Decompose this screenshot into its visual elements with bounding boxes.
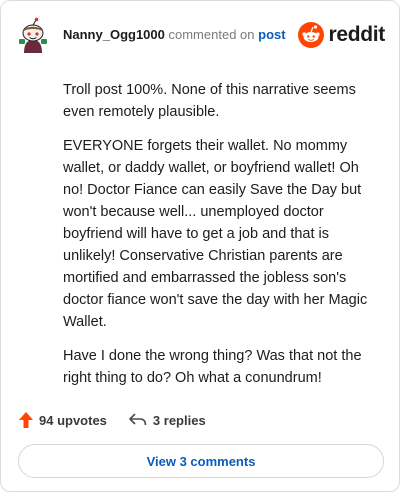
replies-button[interactable]: 3 replies — [129, 413, 206, 428]
snoo-avatar-icon — [19, 17, 47, 53]
upvote-button[interactable]: 94 upvotes — [19, 412, 107, 428]
avatar[interactable] — [15, 17, 51, 53]
meta-verb: commented on — [168, 27, 255, 42]
post-link[interactable]: post — [258, 27, 285, 42]
comment-header: Nanny_Ogg1000 commented on post reddit — [15, 15, 385, 55]
brand-wordmark: reddit — [328, 23, 385, 46]
reply-arrow-icon — [129, 413, 147, 426]
replies-count: 3 replies — [152, 412, 206, 428]
comment-body: Troll post 100%. None of this narrative … — [63, 79, 379, 401]
comment-paragraph: Have I done the wrong thing? Was that no… — [63, 348, 362, 386]
upvote-count: 94 upvotes — [39, 412, 107, 428]
comment-meta: Nanny_Ogg1000 commented on post — [63, 27, 286, 42]
comment-paragraph: Troll post 100%. None of this narrative … — [63, 82, 356, 120]
reddit-logo-icon — [298, 22, 325, 48]
comment-paragraph: EVERYONE forgets their wallet. No mommy … — [63, 138, 368, 330]
comment-card: Nanny_Ogg1000 commented on post reddit T… — [0, 0, 400, 492]
comment-footer: 94 upvotes 3 replies — [19, 408, 228, 432]
username-link[interactable]: Nanny_Ogg1000 — [63, 27, 165, 42]
view-comments-button[interactable]: View 3 comments — [18, 444, 384, 478]
reddit-brand[interactable]: reddit — [298, 21, 385, 49]
upvote-arrow-icon — [19, 412, 33, 428]
